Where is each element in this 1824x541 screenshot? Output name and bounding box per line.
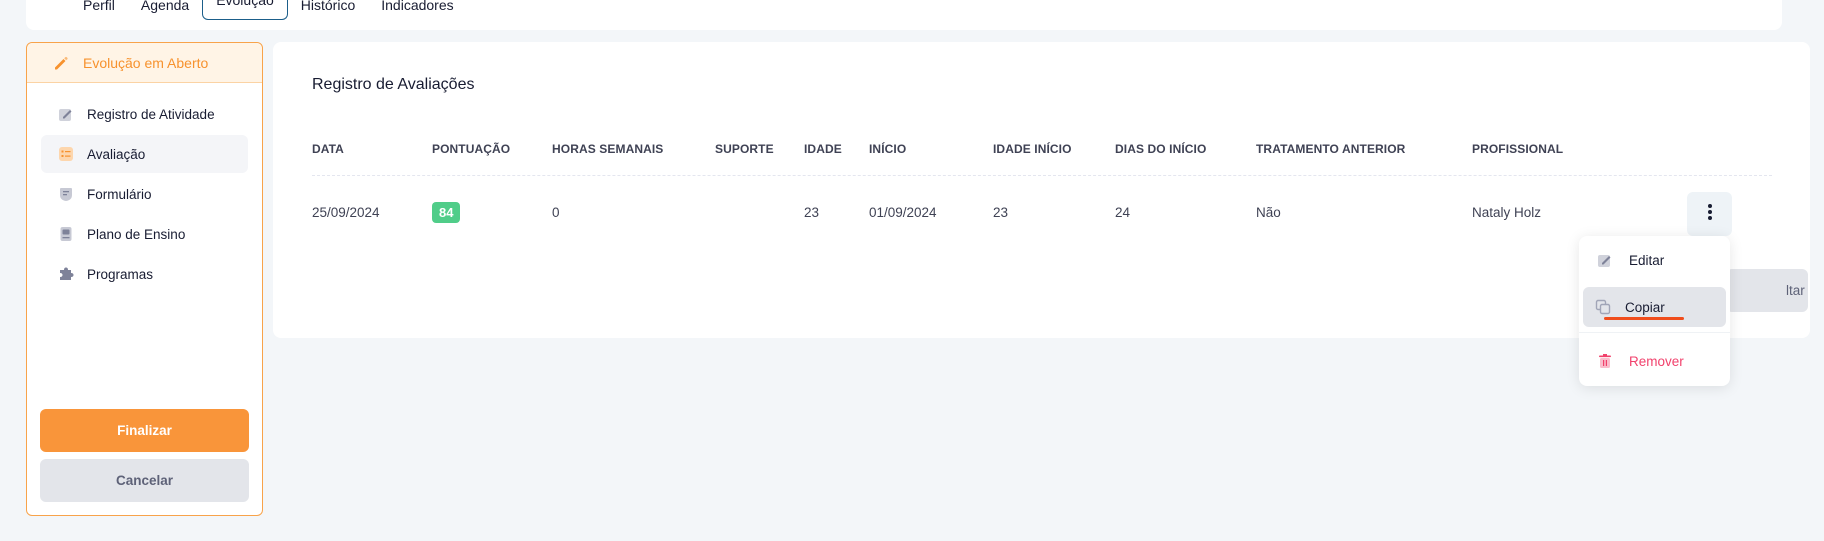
menu-divider bbox=[1579, 332, 1730, 333]
form-icon bbox=[57, 185, 75, 203]
sidebar-item-label: Registro de Atividade bbox=[87, 106, 215, 122]
cell-tratamento-anterior: Não bbox=[1256, 205, 1281, 220]
column-header-inicio: INÍCIO bbox=[869, 142, 907, 156]
sidebar-item-label: Formulário bbox=[87, 186, 152, 202]
sidebar-item-label: Avaliação bbox=[87, 146, 146, 162]
tab-perfil[interactable]: Perfil bbox=[70, 0, 128, 20]
menu-item-copiar[interactable]: Copiar bbox=[1583, 287, 1726, 327]
menu-item-label: Editar bbox=[1629, 252, 1665, 268]
row-actions-button[interactable] bbox=[1687, 192, 1732, 236]
highlight-underline bbox=[1604, 317, 1684, 320]
partially-hidden-button[interactable]: ltar bbox=[1726, 269, 1808, 312]
column-header-tratamento-anterior: TRATAMENTO ANTERIOR bbox=[1256, 142, 1406, 156]
pencil-icon bbox=[1597, 252, 1613, 268]
sidebar-item-registro-atividade[interactable]: Registro de Atividade bbox=[41, 95, 248, 133]
puzzle-icon bbox=[57, 265, 75, 283]
cancel-button[interactable]: Cancelar bbox=[40, 459, 249, 502]
edit-icon bbox=[57, 105, 75, 123]
sidebar-item-avaliacao[interactable]: Avaliação bbox=[41, 135, 248, 173]
menu-item-label: Remover bbox=[1629, 353, 1684, 369]
column-header-idade: IDADE bbox=[804, 142, 842, 156]
finalize-button[interactable]: Finalizar bbox=[40, 409, 249, 452]
book-icon bbox=[57, 225, 75, 243]
cell-dias-do-inicio: 24 bbox=[1115, 205, 1131, 220]
tab-agenda[interactable]: Agenda bbox=[128, 0, 202, 20]
menu-item-remover[interactable]: Remover bbox=[1583, 341, 1726, 381]
sidebar-item-formulario[interactable]: Formulário bbox=[41, 175, 248, 213]
sidebar-menu: Registro de Atividade Avaliação Formulár… bbox=[27, 95, 262, 293]
column-header-horas-semanais: HORAS SEMANAIS bbox=[552, 142, 664, 156]
cell-inicio: 01/09/2024 bbox=[869, 205, 937, 220]
pencil-icon bbox=[53, 55, 69, 71]
evolution-sidebar: Evolução em Aberto Registro de Atividade… bbox=[26, 42, 263, 516]
partially-hidden-button-label: ltar bbox=[1786, 283, 1805, 298]
checklist-icon bbox=[57, 145, 75, 163]
tab-indicadores[interactable]: Indicadores bbox=[368, 0, 466, 20]
column-header-suporte: SUPORTE bbox=[715, 142, 774, 156]
column-header-profissional: PROFISSIONAL bbox=[1472, 142, 1564, 156]
cell-data: 25/09/2024 bbox=[312, 205, 380, 220]
sidebar-item-plano-ensino[interactable]: Plano de Ensino bbox=[41, 215, 248, 253]
more-vertical-icon bbox=[1707, 203, 1713, 226]
menu-item-label: Copiar bbox=[1625, 299, 1665, 315]
cell-horas-semanais: 0 bbox=[552, 205, 560, 220]
column-header-pontuacao: PONTUAÇÃO bbox=[432, 142, 511, 156]
column-header-idade-inicio: IDADE INÍCIO bbox=[993, 142, 1072, 156]
tab-evolucao[interactable]: Evolução bbox=[202, 0, 288, 20]
table-divider bbox=[312, 175, 1772, 176]
tab-historico[interactable]: Histórico bbox=[288, 0, 368, 20]
sidebar-item-label: Programas bbox=[87, 266, 154, 282]
copy-icon bbox=[1595, 299, 1611, 315]
sidebar-item-programas[interactable]: Programas bbox=[41, 255, 248, 293]
card-title: Registro de Avaliações bbox=[312, 76, 475, 93]
cell-profissional: Nataly Holz bbox=[1472, 205, 1542, 220]
sidebar-item-label: Plano de Ensino bbox=[87, 226, 186, 242]
score-badge: 84 bbox=[432, 202, 461, 223]
column-header-data: DATA bbox=[312, 142, 344, 156]
trash-icon bbox=[1597, 353, 1613, 369]
tab-list: Perfil Agenda Evolução Histórico Indicad… bbox=[70, 0, 467, 20]
cell-idade: 23 bbox=[804, 205, 820, 220]
sidebar-header-label: Evolução em Aberto bbox=[83, 54, 209, 71]
row-actions-menu: Editar Copiar Remover bbox=[1579, 236, 1730, 386]
sidebar-header: Evolução em Aberto bbox=[27, 43, 262, 83]
column-header-dias-do-inicio: DIAS DO INÍCIO bbox=[1115, 142, 1207, 156]
cell-idade-inicio: 23 bbox=[993, 205, 1009, 220]
top-tab-bar: Perfil Agenda Evolução Histórico Indicad… bbox=[26, 0, 1782, 30]
menu-item-editar[interactable]: Editar bbox=[1583, 240, 1726, 280]
